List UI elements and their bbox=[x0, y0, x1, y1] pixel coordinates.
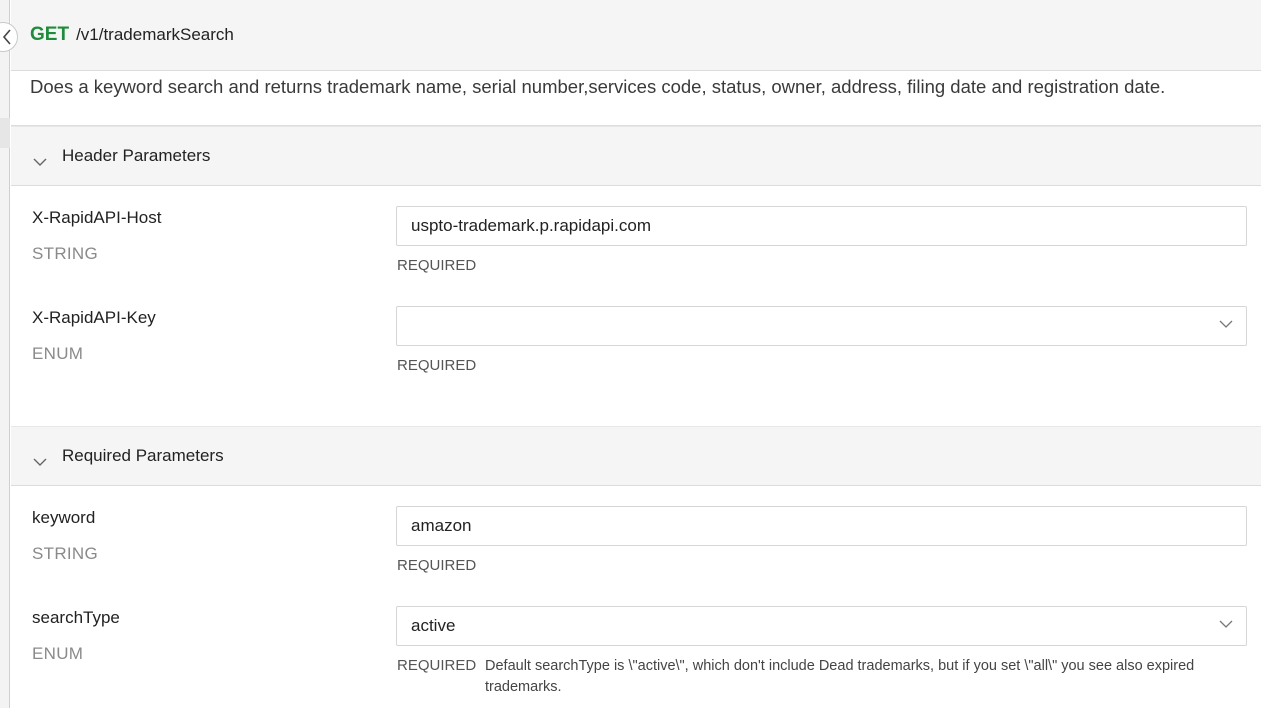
chevron-down-icon bbox=[1219, 620, 1233, 628]
endpoint-panel: GET /v1/trademarkSearch Does a keyword s… bbox=[11, 0, 1261, 708]
rail-marker bbox=[0, 118, 10, 148]
required-label: REQUIRED bbox=[397, 657, 477, 674]
rapidapi-key-select[interactable] bbox=[396, 306, 1247, 346]
endpoint-header: GET /v1/trademarkSearch bbox=[11, 0, 1261, 71]
param-name: keyword bbox=[32, 508, 96, 527]
endpoint-path: /v1/trademarkSearch bbox=[76, 25, 234, 44]
section-title: Header Parameters bbox=[62, 146, 211, 165]
section-title: Required Parameters bbox=[62, 446, 224, 465]
param-hint: Default searchType is \"active\", which … bbox=[485, 658, 1195, 695]
param-type: STRING bbox=[32, 544, 99, 563]
param-row: X-RapidAPI-Key ENUM REQUIRED bbox=[11, 286, 1261, 386]
section-header-parameters[interactable]: Header Parameters bbox=[11, 126, 1261, 186]
chevron-down-icon bbox=[33, 158, 47, 166]
search-type-select[interactable]: active bbox=[396, 606, 1247, 646]
select-value: active bbox=[411, 616, 456, 635]
param-row: X-RapidAPI-Host STRING uspto-trademark.p… bbox=[11, 186, 1261, 286]
section-required-parameters[interactable]: Required Parameters bbox=[11, 426, 1261, 486]
http-method: GET bbox=[30, 24, 70, 45]
chevron-down-icon bbox=[33, 458, 47, 466]
param-type: ENUM bbox=[32, 644, 84, 663]
param-row: searchType ENUM active REQUIRED Default … bbox=[11, 586, 1261, 695]
required-label: REQUIRED bbox=[397, 357, 477, 374]
endpoint-description: Does a keyword search and returns tradem… bbox=[11, 71, 1261, 126]
param-name: searchType bbox=[32, 608, 120, 627]
param-name: X-RapidAPI-Key bbox=[32, 308, 156, 327]
required-label: REQUIRED bbox=[397, 257, 477, 274]
param-type: STRING bbox=[32, 244, 99, 263]
keyword-input[interactable]: amazon bbox=[396, 506, 1247, 546]
rapidapi-host-input[interactable]: uspto-trademark.p.rapidapi.com bbox=[396, 206, 1247, 246]
param-name: X-RapidAPI-Host bbox=[32, 208, 162, 227]
required-label: REQUIRED bbox=[397, 557, 477, 574]
param-type: ENUM bbox=[32, 344, 84, 363]
left-rail bbox=[0, 0, 10, 708]
param-row: keyword STRING amazon REQUIRED bbox=[11, 486, 1261, 586]
chevron-left-icon bbox=[2, 29, 11, 45]
chevron-down-icon bbox=[1219, 320, 1233, 328]
